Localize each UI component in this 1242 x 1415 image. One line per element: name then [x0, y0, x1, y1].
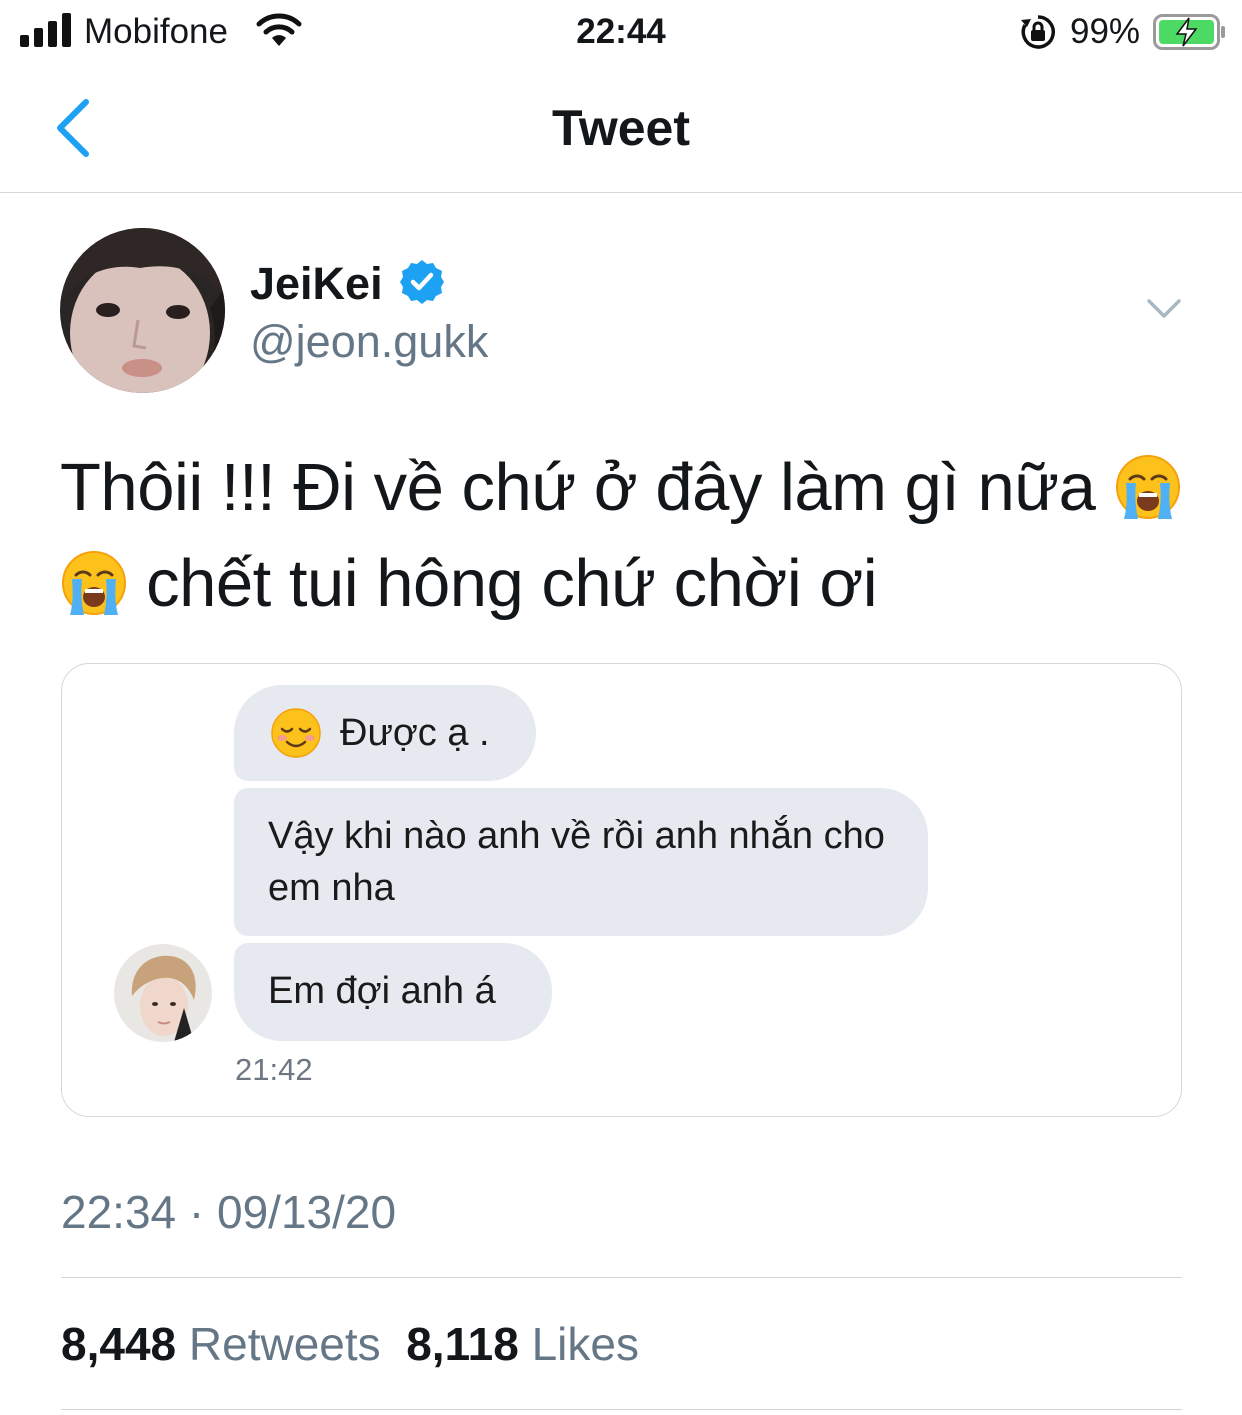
- author-name[interactable]: JeiKei: [250, 256, 383, 312]
- avatar[interactable]: [60, 228, 225, 393]
- loudly-crying-face-icon: [62, 551, 126, 616]
- attached-image[interactable]: Được ạ . Vậy khi nào anh về rồi anh nhắn…: [61, 663, 1182, 1117]
- relieved-smiling-face-icon: [271, 708, 321, 758]
- status-bar: Mobifone 22:44 99%: [0, 0, 1242, 64]
- orientation-lock-icon: [1021, 15, 1055, 49]
- engagement-stats: 8,448 Retweets 8,118 Likes: [61, 1316, 639, 1372]
- verified-badge-icon: [400, 260, 444, 304]
- battery-charging-icon: [1153, 14, 1225, 50]
- page-title: Tweet: [552, 100, 690, 156]
- tweet-text-line-1: Thôii !!! Đi về chứ ở đây làm gì nữa: [60, 440, 1190, 536]
- retweets-label: Retweets: [188, 1318, 381, 1370]
- avatar-photo: [60, 228, 225, 393]
- chat-bubble: Em đợi anh á: [234, 943, 552, 1041]
- divider: [61, 1409, 1182, 1410]
- likes-count: 8,118: [406, 1318, 519, 1370]
- likes-label: Likes: [531, 1318, 639, 1370]
- chevron-down-icon[interactable]: [1146, 296, 1182, 322]
- chat-bubble: Được ạ .: [234, 685, 536, 781]
- chat-message-text: Được ạ .: [340, 712, 490, 754]
- tweet-text-line-2: chết tui hông chứ chời ơi: [60, 536, 1190, 632]
- author-handle[interactable]: @jeon.gukk: [250, 314, 488, 370]
- battery-percent: 99%: [1070, 12, 1141, 51]
- divider: [61, 1277, 1182, 1278]
- chat-avatar: [114, 944, 212, 1042]
- chat-message-text: Em đợi anh á: [268, 970, 496, 1012]
- likes-stat[interactable]: 8,118 Likes: [406, 1318, 639, 1370]
- retweets-stat[interactable]: 8,448 Retweets: [61, 1318, 381, 1370]
- chat-message-text: Vậy khi nào anh về rồi anh nhắn cho em n…: [268, 815, 885, 909]
- chat-bubble: Vậy khi nào anh về rồi anh nhắn cho em n…: [234, 788, 928, 936]
- retweets-count: 8,448: [61, 1318, 177, 1370]
- tweet-text: Thôii !!! Đi về chứ ở đây làm gì nữa chế…: [60, 440, 1190, 632]
- chat-avatar-photo: [114, 944, 212, 1042]
- tweet-timestamp: 22:34 · 09/13/20: [61, 1186, 397, 1238]
- navigation-bar: Tweet: [0, 64, 1242, 193]
- chat-timestamp: 21:42: [235, 1052, 313, 1087]
- loudly-crying-face-icon: [1115, 455, 1180, 520]
